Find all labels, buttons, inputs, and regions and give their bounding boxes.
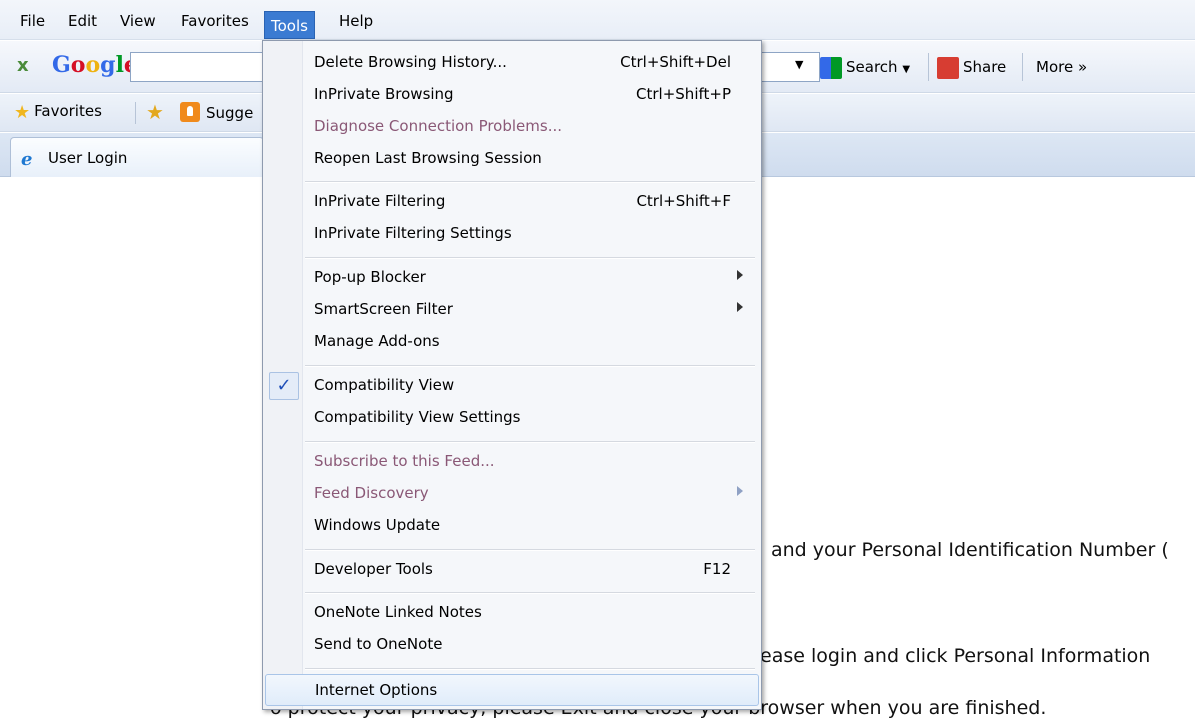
menu-item-windows-update[interactable]: Windows Update: [265, 510, 759, 542]
menu-item-inprivate-browsing[interactable]: InPrivate Browsing Ctrl+Shift+P: [265, 79, 759, 111]
submenu-arrow-icon: [737, 486, 743, 496]
menu-item-label: Send to OneNote: [314, 635, 443, 653]
menu-separator: [305, 668, 755, 670]
more-button[interactable]: More »: [1036, 53, 1087, 81]
menu-item-label: Delete Browsing History...: [314, 53, 507, 71]
submenu-arrow-icon: [737, 302, 743, 312]
menu-item-label: InPrivate Filtering Settings: [314, 224, 512, 242]
menu-tools[interactable]: Tools: [264, 11, 315, 39]
menu-item-developer-tools[interactable]: Developer Tools F12: [265, 554, 759, 586]
menu-item-smartscreen-filter[interactable]: SmartScreen Filter: [265, 294, 759, 326]
search-button[interactable]: Search ▼: [820, 53, 910, 81]
menu-item-compatibility-view[interactable]: ✓ Compatibility View: [265, 370, 759, 402]
google-squares-icon: [820, 56, 842, 79]
star-icon: ★: [14, 102, 31, 123]
menu-item-diagnose-connection: Diagnose Connection Problems...: [265, 111, 759, 143]
menu-item-inprivate-filtering-settings[interactable]: InPrivate Filtering Settings: [265, 218, 759, 250]
menu-favorites[interactable]: Favorites: [175, 9, 255, 33]
menu-item-shortcut: Ctrl+Shift+F: [636, 192, 731, 210]
close-toolbar-icon[interactable]: x: [17, 55, 29, 76]
toolbar-divider: [1022, 53, 1023, 81]
menu-view[interactable]: View: [114, 9, 162, 33]
menu-item-label: InPrivate Filtering: [314, 192, 446, 210]
menu-item-label: Reopen Last Browsing Session: [314, 149, 542, 167]
menu-separator: [305, 549, 755, 551]
content-line-2: ease login and click Personal Informatio…: [760, 645, 1151, 667]
menu-item-shortcut: F12: [703, 560, 731, 578]
favorites-divider: [135, 102, 136, 124]
menu-item-delete-browsing-history[interactable]: Delete Browsing History... Ctrl+Shift+De…: [265, 47, 759, 79]
menu-item-compatibility-view-settings[interactable]: Compatibility View Settings: [265, 402, 759, 434]
suggested-sites-icon: [180, 102, 200, 122]
menu-item-label: Pop-up Blocker: [314, 268, 426, 286]
menu-item-shortcut: Ctrl+Shift+Del: [620, 53, 731, 71]
menu-separator: [305, 257, 755, 259]
suggested-sites-button[interactable]: Sugge: [180, 102, 253, 122]
menu-item-send-to-onenote[interactable]: Send to OneNote: [265, 629, 759, 661]
menu-item-internet-options[interactable]: Internet Options: [265, 674, 759, 706]
menu-bar: File Edit View Favorites Tools Help: [0, 0, 1195, 40]
google-logo: Google: [52, 52, 138, 78]
menu-item-label: SmartScreen Filter: [314, 300, 453, 318]
tools-menu: Delete Browsing History... Ctrl+Shift+De…: [262, 40, 762, 710]
menu-item-label: Compatibility View: [314, 376, 455, 394]
content-line-1: and your Personal Identification Number …: [771, 539, 1169, 561]
toolbar-divider: [928, 53, 929, 81]
menu-item-label: Compatibility View Settings: [314, 408, 521, 426]
menu-separator: [305, 365, 755, 367]
menu-item-label: Feed Discovery: [314, 484, 429, 502]
menu-item-shortcut: Ctrl+Shift+P: [636, 85, 731, 103]
menu-item-label: InPrivate Browsing: [314, 85, 454, 103]
menu-item-reopen-last-session[interactable]: Reopen Last Browsing Session: [265, 143, 759, 175]
menu-item-label: Subscribe to this Feed...: [314, 452, 495, 470]
ie-icon: e: [21, 149, 33, 170]
menu-item-label: Windows Update: [314, 516, 441, 534]
menu-separator: [305, 181, 755, 183]
search-dropdown-icon[interactable]: ▼: [795, 58, 803, 71]
menu-file[interactable]: File: [14, 9, 51, 33]
checkmark-icon: ✓: [269, 372, 299, 400]
menu-item-label: Diagnose Connection Problems...: [314, 117, 563, 135]
menu-separator: [305, 441, 755, 443]
menu-item-feed-discovery: Feed Discovery: [265, 478, 759, 510]
menu-separator: [305, 592, 755, 594]
tab-title: User Login: [48, 149, 128, 167]
menu-item-label: Developer Tools: [314, 560, 433, 578]
menu-item-label: Internet Options: [315, 681, 438, 699]
google-plus-icon: [937, 56, 959, 79]
menu-item-subscribe-feed: Subscribe to this Feed...: [265, 446, 759, 478]
submenu-arrow-icon: [737, 270, 743, 280]
menu-item-popup-blocker[interactable]: Pop-up Blocker: [265, 262, 759, 294]
menu-item-manage-addons[interactable]: Manage Add-ons: [265, 326, 759, 358]
menu-item-inprivate-filtering[interactable]: InPrivate Filtering Ctrl+Shift+F: [265, 186, 759, 218]
tab-user-login[interactable]: e User Login: [10, 137, 264, 177]
add-favorite-icon[interactable]: ★: [146, 100, 164, 124]
menu-help[interactable]: Help: [333, 9, 379, 33]
share-button[interactable]: Share: [937, 53, 1006, 81]
menu-item-label: Manage Add-ons: [314, 332, 440, 350]
favorites-button[interactable]: ★ Favorites: [14, 102, 102, 123]
menu-edit[interactable]: Edit: [62, 9, 103, 33]
menu-item-label: OneNote Linked Notes: [314, 603, 482, 621]
menu-item-onenote-linked-notes[interactable]: OneNote Linked Notes: [265, 597, 759, 629]
